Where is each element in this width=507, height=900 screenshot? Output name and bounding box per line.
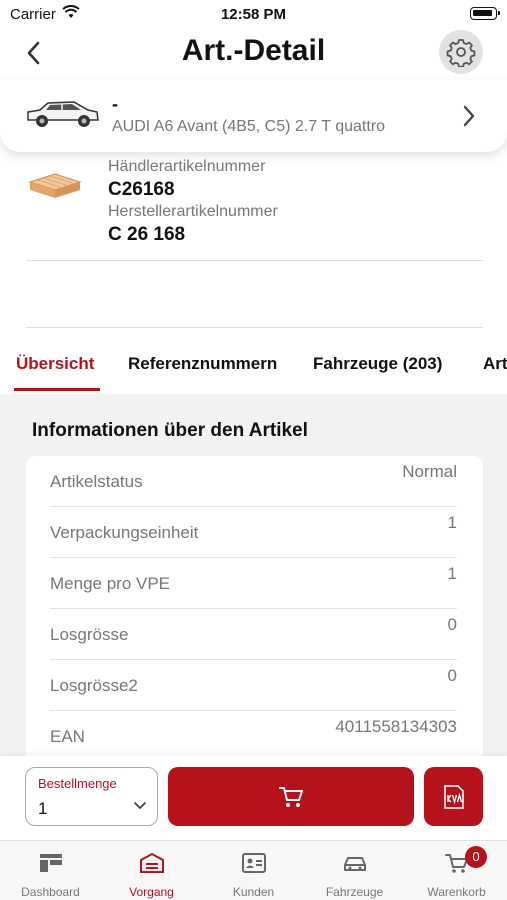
vehicle-name: -	[112, 94, 118, 114]
add-to-cart-button[interactable]	[168, 767, 414, 826]
navigation-bar: Art.-Detail	[0, 28, 507, 78]
manufacturer-number-label: Herstellerartikelnummer	[108, 203, 278, 220]
bottom-tab-bar: Dashboard Vorgang Kunden Fahrzeuge 0 War…	[0, 840, 507, 900]
tab-fahrzeuge[interactable]: Fahrzeuge (203)	[313, 354, 442, 374]
kva-document-icon	[443, 784, 464, 809]
info-key: Menge pro VPE	[50, 574, 171, 593]
order-quantity-select[interactable]: Bestellmenge 1	[25, 767, 158, 826]
info-key: Losgrösse2	[50, 676, 138, 695]
divider	[26, 327, 483, 328]
info-value: Normal	[402, 462, 457, 481]
gear-icon	[446, 39, 476, 67]
info-row: Artikelstatus Normal	[26, 456, 483, 507]
cart-count-badge: 0	[465, 846, 487, 868]
order-bar: Bestellmenge 1	[0, 756, 507, 840]
info-value: 0	[447, 666, 457, 685]
info-value: 1	[447, 564, 457, 583]
order-quantity-label: Bestellmenge	[38, 776, 117, 791]
vehicle-image	[24, 98, 100, 135]
tab-label: Dashboard	[21, 885, 80, 899]
status-time: 12:58 PM	[220, 6, 287, 23]
tab-label: Vorgang	[129, 885, 174, 899]
tab-label: Fahrzeuge	[325, 885, 384, 899]
overview-content: Informationen über den Artikel Artikelst…	[0, 394, 507, 766]
info-key: Verpackungseinheit	[50, 523, 199, 542]
tab-dashboard[interactable]: Dashboard	[0, 841, 101, 900]
settings-button[interactable]	[439, 30, 483, 74]
tab-vorgang[interactable]: Vorgang	[101, 841, 202, 900]
info-value: 4011558134303	[335, 717, 457, 736]
divider	[26, 260, 483, 261]
cart-icon	[279, 786, 303, 807]
tab-kunden[interactable]: Kunden	[203, 841, 304, 900]
vehicle-model: AUDI A6 Avant (4B5, C5) 2.7 T quattro	[112, 118, 386, 135]
kunden-icon	[242, 853, 266, 873]
tab-uebersicht[interactable]: Übersicht	[16, 354, 94, 374]
dealer-number-value: C26168	[108, 179, 175, 200]
air-filter-image	[28, 170, 82, 205]
article-header: Händlerartikelnummer C26168 Herstellerar…	[0, 152, 507, 330]
info-row: Verpackungseinheit 1	[26, 507, 483, 558]
info-key: EAN	[50, 727, 85, 746]
chevron-right-icon	[461, 104, 477, 133]
tab-artikel[interactable]: Art	[483, 354, 507, 374]
info-value: 1	[447, 513, 457, 532]
section-title: Informationen über den Artikel	[32, 420, 308, 441]
order-quantity-value: 1	[38, 799, 48, 818]
dashboard-icon	[40, 854, 62, 872]
tab-fahrzeuge[interactable]: Fahrzeuge	[304, 841, 405, 900]
info-value: 0	[447, 615, 457, 634]
info-key: Artikelstatus	[50, 472, 143, 491]
page-title: Art.-Detail	[181, 34, 326, 67]
info-row: Losgrösse2 0	[26, 660, 483, 711]
vorgang-icon	[140, 852, 164, 873]
manufacturer-number-value: C 26 168	[108, 224, 186, 245]
dealer-number-label: Händlerartikelnummer	[108, 158, 266, 175]
vehicle-selector[interactable]: - AUDI A6 Avant (4B5, C5) 2.7 T quattro	[0, 80, 507, 152]
tab-label: Warenkorb	[427, 885, 486, 899]
tab-warenkorb[interactable]: 0 Warenkorb	[406, 841, 507, 900]
chevron-down-icon	[133, 798, 147, 816]
active-tab-indicator	[14, 388, 100, 391]
info-key: Losgrösse	[50, 625, 129, 644]
info-row: Losgrösse 0	[26, 609, 483, 660]
cost-estimate-button[interactable]	[424, 767, 483, 826]
tab-label: Kunden	[232, 885, 275, 899]
battery-icon	[470, 7, 500, 20]
info-row: EAN 4011558134303	[26, 711, 483, 762]
car-icon	[344, 857, 366, 871]
article-info-card: Artikelstatus Normal Verpackungseinheit …	[26, 456, 483, 766]
detail-tabs: Übersicht Referenznummern Fahrzeuge (203…	[0, 330, 507, 394]
tab-referenznummern[interactable]: Referenznummern	[128, 354, 277, 374]
info-row: Menge pro VPE 1	[26, 558, 483, 609]
status-bar: Carrier 12:58 PM	[0, 0, 507, 28]
